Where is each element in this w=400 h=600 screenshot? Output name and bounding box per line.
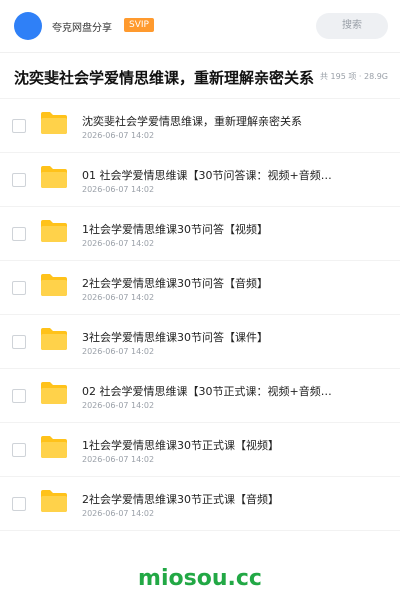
checkbox[interactable] [12,497,26,511]
list-item[interactable]: 2社会学爱情思维课30节正式课【音频】 2026-06-07 14:02 [0,477,400,531]
folder-title-bar: 沈奕斐社会学爱情思维课，重新理解亲密关系 共 195 项 · 28.9G [0,52,400,98]
checkbox[interactable] [12,443,26,457]
footer: miosou.cc [0,546,400,600]
file-name: 1社会学爱情思维课30节问答【视频】 [82,223,268,236]
file-name: 01 社会学爱情思维课【30节问答课：视频+音频… [82,169,332,182]
file-name: 2社会学爱情思维课30节正式课【音频】 [82,493,279,506]
search-button[interactable]: 搜索 [316,13,388,39]
file-date: 2026-06-07 14:02 [82,239,155,248]
checkbox[interactable] [12,227,26,241]
checkbox[interactable] [12,389,26,403]
list-item[interactable]: 1社会学爱情思维课30节问答【视频】 2026-06-07 14:02 [0,207,400,261]
folder-meta: 共 195 项 · 28.9G [320,72,388,81]
file-date: 2026-06-07 14:02 [82,455,155,464]
list-item[interactable]: 01 社会学爱情思维课【30节问答课：视频+音频… 2026-06-07 14:… [0,153,400,207]
list-item[interactable]: 沈奕斐社会学爱情思维课，重新理解亲密关系 2026-06-07 14:02 [0,99,400,153]
folder-icon [41,382,67,404]
file-name: 2社会学爱情思维课30节问答【音频】 [82,277,268,290]
top-bar: 夸克网盘分享 SVIP 搜索 [0,0,400,52]
checkbox[interactable] [12,335,26,349]
folder-icon [41,490,67,512]
file-list: 沈奕斐社会学爱情思维课，重新理解亲密关系 2026-06-07 14:02 01… [0,98,400,546]
list-item[interactable]: 3社会学爱情思维课30节问答【课件】 2026-06-07 14:02 [0,315,400,369]
file-date: 2026-06-07 14:02 [82,185,155,194]
file-name: 1社会学爱情思维课30节正式课【视频】 [82,439,279,452]
folder-icon [41,112,67,134]
vip-badge: SVIP [124,18,154,32]
folder-icon [41,220,67,242]
folder-icon [41,166,67,188]
watermark: miosou.cc [138,566,262,591]
file-date: 2026-06-07 14:02 [82,401,155,410]
list-item[interactable]: 02 社会学爱情思维课【30节正式课：视频+音频… 2026-06-07 14:… [0,369,400,423]
file-name: 沈奕斐社会学爱情思维课，重新理解亲密关系 [82,115,302,128]
checkbox[interactable] [12,119,26,133]
folder-icon [41,274,67,296]
list-item[interactable]: 1社会学爱情思维课30节正式课【视频】 2026-06-07 14:02 [0,423,400,477]
file-date: 2026-06-07 14:02 [82,347,155,356]
checkbox[interactable] [12,281,26,295]
folder-icon [41,436,67,458]
page-title: 沈奕斐社会学爱情思维课，重新理解亲密关系 [14,69,315,87]
file-date: 2026-06-07 14:02 [82,509,155,518]
folder-icon [41,328,67,350]
file-date: 2026-06-07 14:02 [82,131,155,140]
file-name: 3社会学爱情思维课30节问答【课件】 [82,331,268,344]
app-name: 夸克网盘分享 [52,23,112,34]
avatar[interactable] [14,12,42,40]
list-item[interactable]: 2社会学爱情思维课30节问答【音频】 2026-06-07 14:02 [0,261,400,315]
file-date: 2026-06-07 14:02 [82,293,155,302]
checkbox[interactable] [12,173,26,187]
file-name: 02 社会学爱情思维课【30节正式课：视频+音频… [82,385,332,398]
